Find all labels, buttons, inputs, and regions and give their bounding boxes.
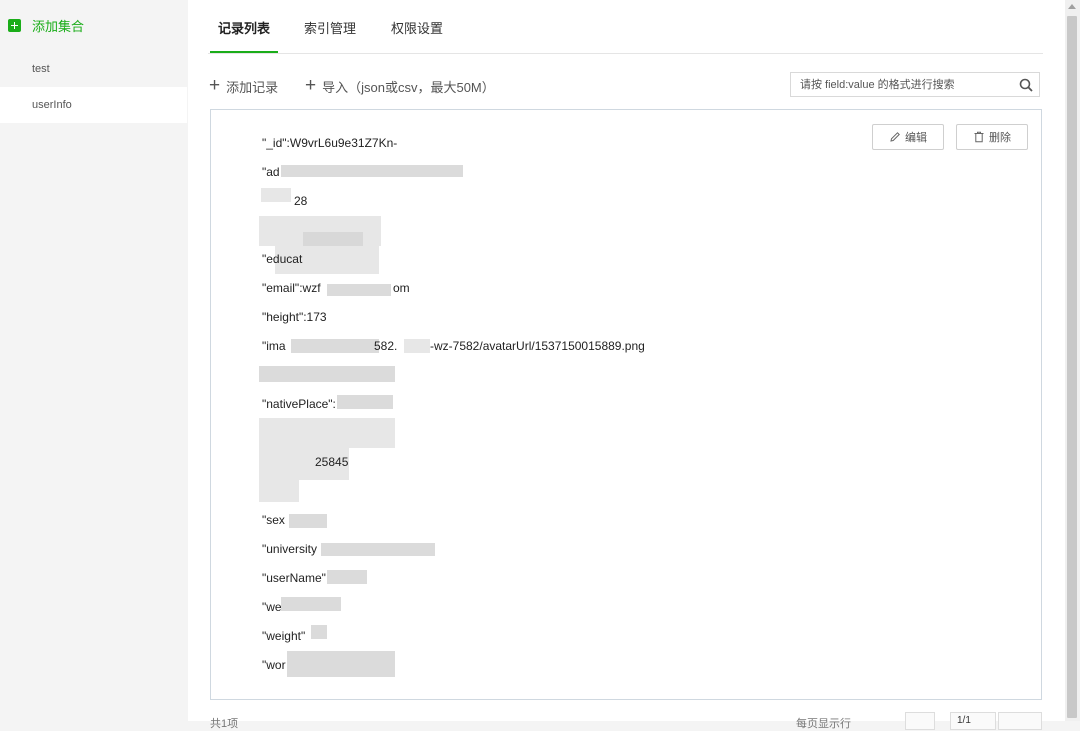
redacted-block [259,480,299,502]
tab-divider [208,53,1043,54]
redacted-block [321,543,435,556]
tab-permissions[interactable]: 权限设置 [391,18,443,37]
search-icon[interactable] [1019,78,1033,92]
record-field: "nativePlace": [262,397,336,411]
plus-icon: + [305,75,317,96]
record-field: "university [262,542,317,556]
edit-button[interactable]: 编辑 [872,124,944,150]
redacted-block [291,339,379,353]
redacted-block [261,188,291,202]
search-input[interactable] [791,73,1022,96]
record-field: "wor [262,658,286,672]
record-field: "we [262,600,282,614]
redacted-block [311,625,327,639]
record-field: "userName" [262,571,326,585]
record-field: 25845 [315,455,349,469]
next-page-button[interactable] [998,712,1042,730]
record-field: "height":173 [262,310,327,324]
tab-indexes[interactable]: 索引管理 [304,18,356,37]
add-record-label: 添加记录 [226,79,279,95]
redacted-block [289,514,327,528]
redacted-block [327,570,367,584]
redacted-block [404,339,430,353]
edit-label: 编辑 [905,132,927,144]
record-field: "weight" [262,629,306,643]
pencil-icon [890,132,900,142]
sidebar: 添加集合 test userInfo [0,0,187,721]
redacted-block [287,651,395,677]
record-field: "_id":W9vrL6u9e31Z7Kn- [262,136,398,150]
tab-bar: 记录列表 索引管理 权限设置 [188,0,1043,54]
delete-label: 删除 [989,132,1011,144]
redacted-block [259,366,395,382]
trash-icon [974,131,984,143]
search-box [790,72,1040,97]
prev-page-button[interactable] [905,712,935,730]
record-card: 编辑 删除 "_id":W9vrL6u9e31Z7Kn- "ad 28 "edu… [210,109,1042,700]
record-field: "ima [262,339,286,353]
redacted-block [337,395,393,409]
redacted-block [327,284,391,296]
import-label: 导入（json或csv，最大50M） [322,79,495,95]
record-field: om [393,281,410,295]
collection-item-userinfo[interactable]: userInfo [0,87,187,123]
add-collection-button[interactable]: 添加集合 [8,16,84,34]
add-collection-label: 添加集合 [32,18,85,34]
tab-records[interactable]: 记录列表 [218,18,270,37]
redacted-block [281,597,341,611]
per-page-label: 每页显示行 [796,718,851,730]
add-record-button[interactable]: + 添加记录 [209,75,279,96]
scroll-up-arrow-icon[interactable] [1068,4,1076,9]
record-field: -wz-7582/avatarUrl/1537150015889.png [430,339,645,353]
redacted-block [303,232,363,246]
collection-item-label: test [32,63,50,75]
total-count: 共1项 [210,718,239,730]
record-field: "sex [262,513,285,527]
import-button[interactable]: + 导入（json或csv，最大50M） [305,75,495,96]
record-field: "ad [262,165,280,179]
page-indicator[interactable]: 1/1 [950,712,996,730]
scrollbar-thumb[interactable] [1067,16,1077,718]
plus-icon: + [209,75,221,96]
delete-button[interactable]: 删除 [956,124,1028,150]
collection-item-test[interactable]: test [0,51,187,87]
redacted-block [259,418,395,448]
vertical-scrollbar[interactable] [1065,0,1080,721]
record-field: "email":wzf [262,281,321,295]
record-field: 28 [294,194,308,208]
collection-item-label: userInfo [32,99,72,111]
record-field: "educat [262,252,303,266]
plus-icon [8,18,21,32]
main-panel: 记录列表 索引管理 权限设置 + 添加记录 + 导入（json或csv，最大50… [188,0,1065,730]
redacted-block [281,165,463,177]
record-field: 582. [374,339,398,353]
